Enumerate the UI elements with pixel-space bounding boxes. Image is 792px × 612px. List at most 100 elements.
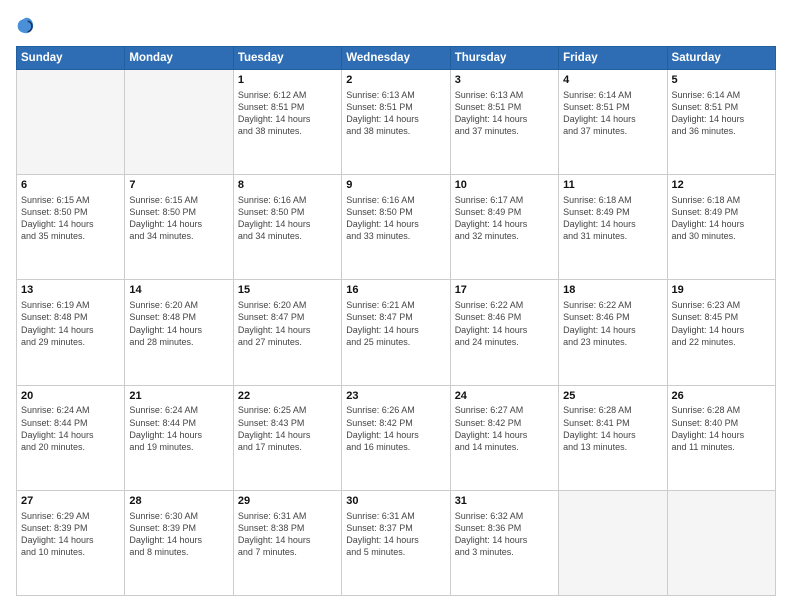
day-info: Sunrise: 6:29 AM Sunset: 8:39 PM Dayligh… bbox=[21, 510, 120, 559]
day-info: Sunrise: 6:32 AM Sunset: 8:36 PM Dayligh… bbox=[455, 510, 554, 559]
day-number: 8 bbox=[238, 178, 337, 193]
calendar-cell: 8Sunrise: 6:16 AM Sunset: 8:50 PM Daylig… bbox=[233, 175, 341, 280]
day-info: Sunrise: 6:26 AM Sunset: 8:42 PM Dayligh… bbox=[346, 404, 445, 453]
calendar-cell: 15Sunrise: 6:20 AM Sunset: 8:47 PM Dayli… bbox=[233, 280, 341, 385]
calendar-cell: 25Sunrise: 6:28 AM Sunset: 8:41 PM Dayli… bbox=[559, 385, 667, 490]
calendar-cell: 20Sunrise: 6:24 AM Sunset: 8:44 PM Dayli… bbox=[17, 385, 125, 490]
day-info: Sunrise: 6:28 AM Sunset: 8:40 PM Dayligh… bbox=[672, 404, 771, 453]
day-info: Sunrise: 6:24 AM Sunset: 8:44 PM Dayligh… bbox=[21, 404, 120, 453]
day-info: Sunrise: 6:18 AM Sunset: 8:49 PM Dayligh… bbox=[672, 194, 771, 243]
calendar-cell: 9Sunrise: 6:16 AM Sunset: 8:50 PM Daylig… bbox=[342, 175, 450, 280]
day-info: Sunrise: 6:18 AM Sunset: 8:49 PM Dayligh… bbox=[563, 194, 662, 243]
calendar-cell: 28Sunrise: 6:30 AM Sunset: 8:39 PM Dayli… bbox=[125, 490, 233, 595]
calendar-week-row: 13Sunrise: 6:19 AM Sunset: 8:48 PM Dayli… bbox=[17, 280, 776, 385]
day-number: 26 bbox=[672, 389, 771, 404]
weekday-header-wednesday: Wednesday bbox=[342, 47, 450, 70]
day-number: 12 bbox=[672, 178, 771, 193]
weekday-header-sunday: Sunday bbox=[17, 47, 125, 70]
day-info: Sunrise: 6:25 AM Sunset: 8:43 PM Dayligh… bbox=[238, 404, 337, 453]
calendar-cell bbox=[667, 490, 775, 595]
day-number: 7 bbox=[129, 178, 228, 193]
day-info: Sunrise: 6:17 AM Sunset: 8:49 PM Dayligh… bbox=[455, 194, 554, 243]
day-info: Sunrise: 6:24 AM Sunset: 8:44 PM Dayligh… bbox=[129, 404, 228, 453]
weekday-header-monday: Monday bbox=[125, 47, 233, 70]
calendar-cell: 2Sunrise: 6:13 AM Sunset: 8:51 PM Daylig… bbox=[342, 70, 450, 175]
header bbox=[16, 16, 776, 36]
calendar-cell: 30Sunrise: 6:31 AM Sunset: 8:37 PM Dayli… bbox=[342, 490, 450, 595]
day-number: 27 bbox=[21, 494, 120, 509]
calendar-cell: 23Sunrise: 6:26 AM Sunset: 8:42 PM Dayli… bbox=[342, 385, 450, 490]
day-number: 17 bbox=[455, 283, 554, 298]
calendar-cell: 1Sunrise: 6:12 AM Sunset: 8:51 PM Daylig… bbox=[233, 70, 341, 175]
day-number: 29 bbox=[238, 494, 337, 509]
calendar-cell: 5Sunrise: 6:14 AM Sunset: 8:51 PM Daylig… bbox=[667, 70, 775, 175]
calendar-cell: 12Sunrise: 6:18 AM Sunset: 8:49 PM Dayli… bbox=[667, 175, 775, 280]
day-info: Sunrise: 6:14 AM Sunset: 8:51 PM Dayligh… bbox=[672, 89, 771, 138]
day-number: 30 bbox=[346, 494, 445, 509]
day-number: 6 bbox=[21, 178, 120, 193]
day-number: 4 bbox=[563, 73, 662, 88]
day-info: Sunrise: 6:20 AM Sunset: 8:48 PM Dayligh… bbox=[129, 299, 228, 348]
calendar-cell: 10Sunrise: 6:17 AM Sunset: 8:49 PM Dayli… bbox=[450, 175, 558, 280]
day-number: 31 bbox=[455, 494, 554, 509]
calendar-cell: 6Sunrise: 6:15 AM Sunset: 8:50 PM Daylig… bbox=[17, 175, 125, 280]
calendar-cell: 11Sunrise: 6:18 AM Sunset: 8:49 PM Dayli… bbox=[559, 175, 667, 280]
day-number: 22 bbox=[238, 389, 337, 404]
day-number: 20 bbox=[21, 389, 120, 404]
day-number: 21 bbox=[129, 389, 228, 404]
weekday-header-row: SundayMondayTuesdayWednesdayThursdayFrid… bbox=[17, 47, 776, 70]
calendar-cell bbox=[559, 490, 667, 595]
day-info: Sunrise: 6:27 AM Sunset: 8:42 PM Dayligh… bbox=[455, 404, 554, 453]
calendar-cell: 22Sunrise: 6:25 AM Sunset: 8:43 PM Dayli… bbox=[233, 385, 341, 490]
day-info: Sunrise: 6:30 AM Sunset: 8:39 PM Dayligh… bbox=[129, 510, 228, 559]
day-number: 10 bbox=[455, 178, 554, 193]
page: SundayMondayTuesdayWednesdayThursdayFrid… bbox=[0, 0, 792, 612]
calendar-cell: 13Sunrise: 6:19 AM Sunset: 8:48 PM Dayli… bbox=[17, 280, 125, 385]
day-info: Sunrise: 6:13 AM Sunset: 8:51 PM Dayligh… bbox=[455, 89, 554, 138]
day-number: 13 bbox=[21, 283, 120, 298]
calendar-week-row: 20Sunrise: 6:24 AM Sunset: 8:44 PM Dayli… bbox=[17, 385, 776, 490]
calendar-cell: 17Sunrise: 6:22 AM Sunset: 8:46 PM Dayli… bbox=[450, 280, 558, 385]
day-number: 18 bbox=[563, 283, 662, 298]
day-info: Sunrise: 6:14 AM Sunset: 8:51 PM Dayligh… bbox=[563, 89, 662, 138]
day-info: Sunrise: 6:13 AM Sunset: 8:51 PM Dayligh… bbox=[346, 89, 445, 138]
weekday-header-friday: Friday bbox=[559, 47, 667, 70]
day-info: Sunrise: 6:21 AM Sunset: 8:47 PM Dayligh… bbox=[346, 299, 445, 348]
day-number: 23 bbox=[346, 389, 445, 404]
calendar-cell: 31Sunrise: 6:32 AM Sunset: 8:36 PM Dayli… bbox=[450, 490, 558, 595]
calendar-week-row: 1Sunrise: 6:12 AM Sunset: 8:51 PM Daylig… bbox=[17, 70, 776, 175]
day-number: 3 bbox=[455, 73, 554, 88]
day-number: 14 bbox=[129, 283, 228, 298]
day-info: Sunrise: 6:15 AM Sunset: 8:50 PM Dayligh… bbox=[129, 194, 228, 243]
day-info: Sunrise: 6:19 AM Sunset: 8:48 PM Dayligh… bbox=[21, 299, 120, 348]
day-number: 11 bbox=[563, 178, 662, 193]
day-info: Sunrise: 6:12 AM Sunset: 8:51 PM Dayligh… bbox=[238, 89, 337, 138]
day-info: Sunrise: 6:31 AM Sunset: 8:38 PM Dayligh… bbox=[238, 510, 337, 559]
day-info: Sunrise: 6:16 AM Sunset: 8:50 PM Dayligh… bbox=[238, 194, 337, 243]
day-number: 28 bbox=[129, 494, 228, 509]
calendar-cell bbox=[125, 70, 233, 175]
day-number: 2 bbox=[346, 73, 445, 88]
day-number: 19 bbox=[672, 283, 771, 298]
calendar-cell: 27Sunrise: 6:29 AM Sunset: 8:39 PM Dayli… bbox=[17, 490, 125, 595]
calendar-week-row: 6 Sunrise: 6:15 AM Sunset: 8:50 PM Daylig… bbox=[17, 175, 776, 280]
calendar-cell: 3Sunrise: 6:13 AM Sunset: 8:51 PM Daylig… bbox=[450, 70, 558, 175]
day-info: Sunrise: 6:28 AM Sunset: 8:41 PM Dayligh… bbox=[563, 404, 662, 453]
day-info: Sunrise: 6:22 AM Sunset: 8:46 PM Dayligh… bbox=[455, 299, 554, 348]
day-number: 24 bbox=[455, 389, 554, 404]
day-number: 1 bbox=[238, 73, 337, 88]
weekday-header-tuesday: Tuesday bbox=[233, 47, 341, 70]
calendar-cell: 4Sunrise: 6:14 AM Sunset: 8:51 PM Daylig… bbox=[559, 70, 667, 175]
logo-icon bbox=[16, 16, 36, 36]
weekday-header-saturday: Saturday bbox=[667, 47, 775, 70]
calendar-cell: 21Sunrise: 6:24 AM Sunset: 8:44 PM Dayli… bbox=[125, 385, 233, 490]
day-number: 15 bbox=[238, 283, 337, 298]
calendar-cell bbox=[17, 70, 125, 175]
logo bbox=[16, 16, 40, 36]
day-number: 16 bbox=[346, 283, 445, 298]
day-info: Sunrise: 6:23 AM Sunset: 8:45 PM Dayligh… bbox=[672, 299, 771, 348]
day-info: Sunrise: 6:31 AM Sunset: 8:37 PM Dayligh… bbox=[346, 510, 445, 559]
calendar-cell: 29Sunrise: 6:31 AM Sunset: 8:38 PM Dayli… bbox=[233, 490, 341, 595]
calendar-table: SundayMondayTuesdayWednesdayThursdayFrid… bbox=[16, 46, 776, 596]
calendar-cell: 18Sunrise: 6:22 AM Sunset: 8:46 PM Dayli… bbox=[559, 280, 667, 385]
